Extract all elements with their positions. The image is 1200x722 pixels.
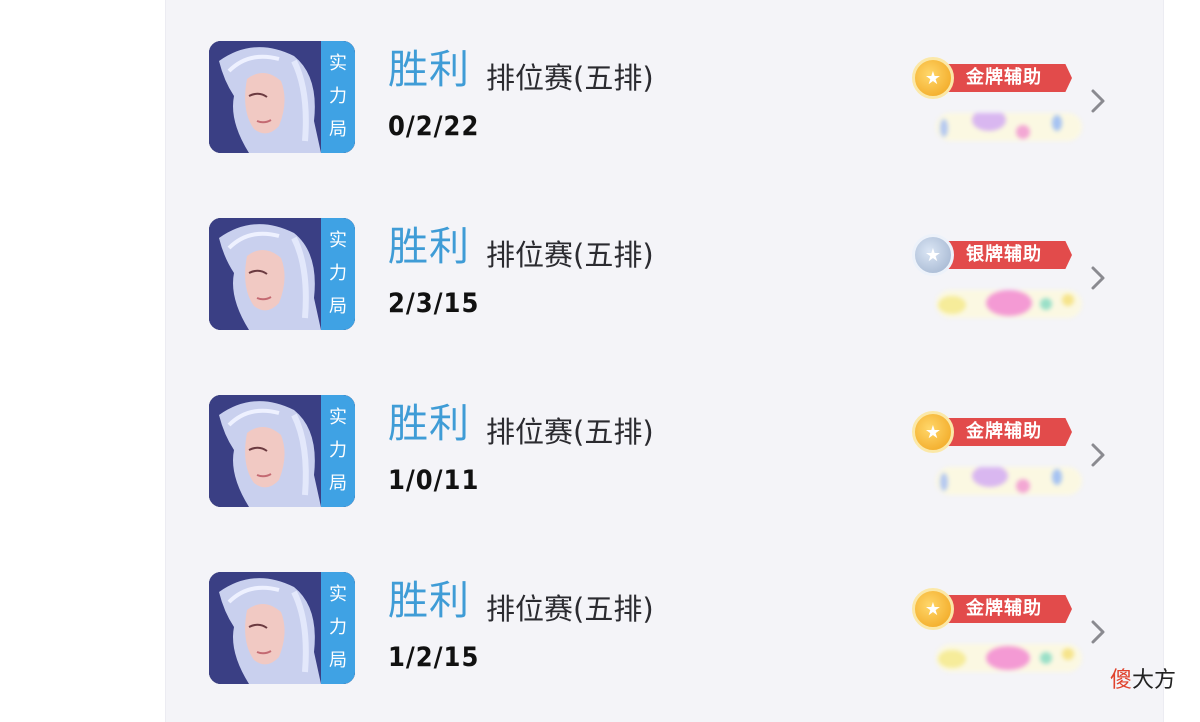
star-medal-icon: ★ xyxy=(912,588,954,630)
tag-char: 局 xyxy=(329,650,347,672)
blurred-content xyxy=(936,290,1082,318)
chevron-right-icon[interactable] xyxy=(1088,88,1108,114)
tag-char: 实 xyxy=(329,406,347,428)
tag-char: 局 xyxy=(329,296,347,318)
badge-label: 金牌辅助 xyxy=(940,64,1072,92)
kda-stats: 1/2/15 xyxy=(388,642,480,673)
match-result: 胜利 xyxy=(388,578,470,624)
match-row[interactable]: 实 力 局 胜利 排位赛(五排) 1/0/11 金牌辅助 ★ xyxy=(166,354,1163,507)
match-mode: 排位赛(五排) xyxy=(486,238,654,272)
chevron-right-icon[interactable] xyxy=(1088,265,1108,291)
rank-badge: 金牌辅助 ★ xyxy=(912,588,1074,630)
tag-char: 实 xyxy=(329,52,347,74)
ranked-tag: 实 力 局 xyxy=(321,572,355,684)
match-result: 胜利 xyxy=(388,224,470,270)
blurred-content xyxy=(936,644,1082,672)
match-mode: 排位赛(五排) xyxy=(486,415,654,449)
tag-char: 力 xyxy=(329,439,347,461)
tag-char: 力 xyxy=(329,262,347,284)
kda-stats: 1/0/11 xyxy=(388,465,480,496)
rank-badge: 金牌辅助 ★ xyxy=(912,411,1074,453)
ranked-tag: 实 力 局 xyxy=(321,395,355,507)
blurred-content xyxy=(936,467,1082,495)
tag-char: 局 xyxy=(329,473,347,495)
match-row[interactable]: 实 力 局 胜利 排位赛(五排) 1/2/15 金牌辅助 ★ xyxy=(166,531,1163,684)
ranked-tag: 实 力 局 xyxy=(321,218,355,330)
rank-badge: 金牌辅助 ★ xyxy=(912,57,1074,99)
watermark: 傻大方 xyxy=(1110,670,1176,692)
tag-char: 实 xyxy=(329,583,347,605)
rank-badge: 银牌辅助 ★ xyxy=(912,234,1074,276)
match-row[interactable]: 实 力 局 胜利 排位赛(五排) 0/2/22 金牌辅助 ★ xyxy=(166,0,1163,153)
blurred-content xyxy=(936,113,1082,141)
hero-avatar: 实 力 局 xyxy=(209,218,355,330)
match-mode: 排位赛(五排) xyxy=(486,592,654,626)
match-result: 胜利 xyxy=(388,47,470,93)
badge-label: 银牌辅助 xyxy=(940,241,1072,269)
chevron-right-icon[interactable] xyxy=(1088,442,1108,468)
badge-label: 金牌辅助 xyxy=(940,595,1072,623)
star-medal-icon: ★ xyxy=(912,411,954,453)
hero-avatar: 实 力 局 xyxy=(209,41,355,153)
chevron-right-icon[interactable] xyxy=(1088,619,1108,645)
match-row[interactable]: 实 力 局 胜利 排位赛(五排) 2/3/15 银牌辅助 ★ xyxy=(166,177,1163,330)
match-history-list: 实 力 局 胜利 排位赛(五排) 0/2/22 金牌辅助 ★ 实 力 局 胜利 … xyxy=(165,0,1164,722)
hero-avatar: 实 力 局 xyxy=(209,395,355,507)
watermark-char: 傻 xyxy=(1110,668,1133,693)
hero-avatar: 实 力 局 xyxy=(209,572,355,684)
star-medal-icon: ★ xyxy=(912,234,954,276)
star-medal-icon: ★ xyxy=(912,57,954,99)
watermark-text: 大方 xyxy=(1132,668,1177,693)
tag-char: 力 xyxy=(329,616,347,638)
kda-stats: 0/2/22 xyxy=(388,111,480,142)
match-result: 胜利 xyxy=(388,401,470,447)
kda-stats: 2/3/15 xyxy=(388,288,480,319)
tag-char: 力 xyxy=(329,85,347,107)
tag-char: 实 xyxy=(329,229,347,251)
match-mode: 排位赛(五排) xyxy=(486,61,654,95)
badge-label: 金牌辅助 xyxy=(940,418,1072,446)
tag-char: 局 xyxy=(329,119,347,141)
ranked-tag: 实 力 局 xyxy=(321,41,355,153)
